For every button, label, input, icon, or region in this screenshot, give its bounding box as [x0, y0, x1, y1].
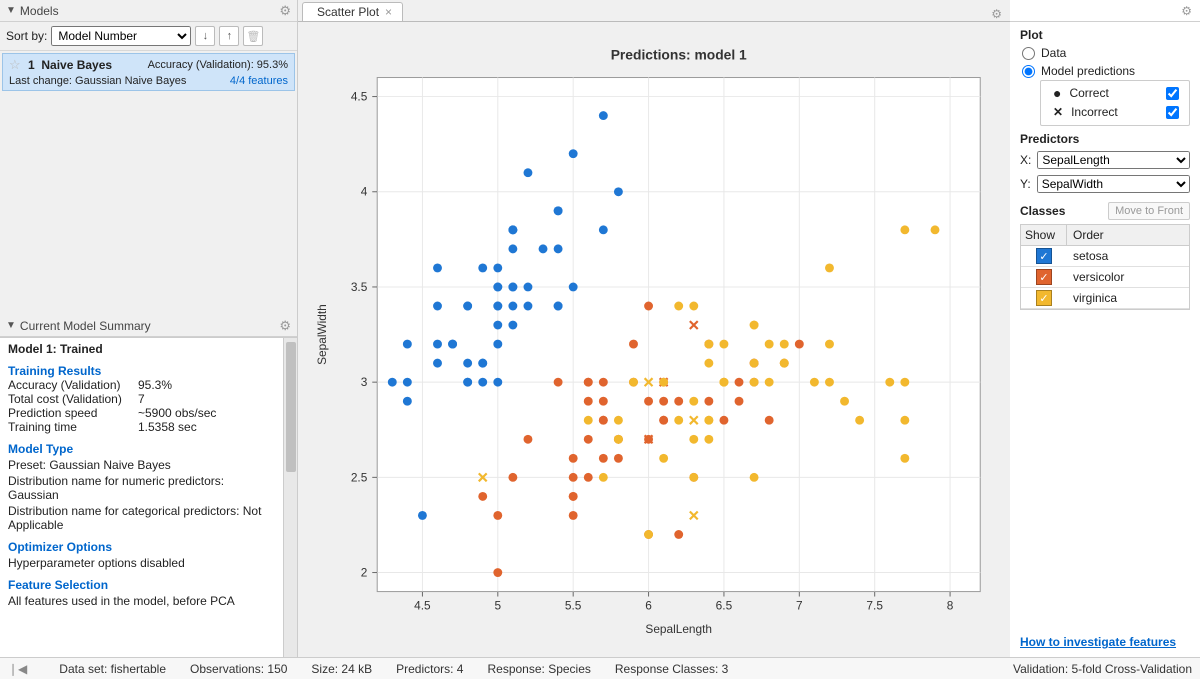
tab-scatter-plot[interactable]: Scatter Plot ×: [302, 2, 403, 21]
status-bar: ❘◀ Data set: fishertable Observations: 1…: [0, 657, 1200, 679]
sort-select[interactable]: Model Number: [51, 26, 191, 46]
model-list-item[interactable]: ☆ 1 Naive Bayes Accuracy (Validation): 9…: [2, 53, 295, 91]
class-row-virginica[interactable]: ✓ virginica: [1021, 288, 1189, 309]
plot-option-predictions[interactable]: Model predictions: [1010, 62, 1200, 80]
class-row-setosa[interactable]: ✓ setosa: [1021, 246, 1189, 267]
training-results-header: Training Results: [8, 364, 275, 378]
dot-icon: ●: [1053, 85, 1061, 101]
checkbox-correct[interactable]: [1166, 87, 1179, 100]
investigate-features-link[interactable]: How to investigate features: [1010, 627, 1200, 657]
svg-text:4.5: 4.5: [351, 90, 368, 104]
sort-row: Sort by: Model Number ↓ ↑ 🗑: [0, 22, 297, 51]
svg-text:SepalLength: SepalLength: [645, 622, 712, 636]
predictors-section-header: Predictors: [1010, 126, 1200, 148]
status-response-classes: Response Classes: 3: [615, 662, 728, 676]
scrollbar[interactable]: [283, 338, 297, 657]
tab-strip: Scatter Plot × ⚙: [298, 0, 1010, 22]
prediction-legend: ● Correct ✕ Incorrect: [1040, 80, 1190, 126]
gear-icon[interactable]: ⚙: [991, 7, 1002, 21]
scatter-plot-area[interactable]: 4.5 5 5.5 6 6.5 7 7.5 8 2 2.5 3 3.5 4 4.5 Predictions:…: [298, 22, 1010, 657]
svg-text:5.5: 5.5: [565, 598, 582, 612]
y-predictor-select[interactable]: SepalWidth: [1037, 175, 1190, 193]
class-row-versicolor[interactable]: ✓ versicolor: [1021, 267, 1189, 288]
model-last-change: Last change: Gaussian Naive Bayes: [9, 75, 186, 87]
gear-icon[interactable]: ⚙: [1181, 4, 1192, 18]
model-type-header: Model Type: [8, 442, 275, 456]
sort-label: Sort by:: [6, 29, 47, 43]
gear-icon[interactable]: ⚙: [279, 318, 291, 334]
x-icon: ✕: [1053, 105, 1063, 119]
svg-text:2: 2: [361, 566, 368, 580]
checkbox-virginica[interactable]: ✓: [1036, 290, 1052, 306]
summary-panel-header[interactable]: ▼ Current Model Summary ⚙: [0, 315, 297, 337]
svg-text:8: 8: [947, 598, 954, 612]
status-size: Size: 24 kB: [311, 662, 372, 676]
svg-text:6.5: 6.5: [716, 598, 733, 612]
svg-text:3: 3: [361, 375, 368, 389]
svg-text:7.5: 7.5: [866, 598, 883, 612]
summary-content: Model 1: Trained Training Results Accura…: [0, 338, 283, 657]
svg-text:2.5: 2.5: [351, 470, 368, 484]
svg-text:Predictions: model 1: Predictions: model 1: [611, 47, 747, 63]
status-observations: Observations: 150: [190, 662, 287, 676]
classes-section-header: Classes: [1020, 204, 1065, 218]
svg-text:7: 7: [796, 598, 803, 612]
x-label: X:: [1020, 153, 1031, 167]
star-icon[interactable]: ☆: [9, 57, 21, 72]
summary-model-title: Model 1: Trained: [8, 342, 275, 356]
sort-asc-button[interactable]: ↓: [195, 26, 215, 46]
status-predictors: Predictors: 4: [396, 662, 463, 676]
scatter-chart: 4.5 5 5.5 6 6.5 7 7.5 8 2 2.5 3 3.5 4 4.5 Predictions:…: [308, 32, 1000, 647]
checkbox-setosa[interactable]: ✓: [1036, 248, 1052, 264]
th-order: Order: [1067, 225, 1189, 245]
prev-icon[interactable]: ❘◀: [8, 662, 27, 676]
checkbox-versicolor[interactable]: ✓: [1036, 269, 1052, 285]
radio-data[interactable]: [1022, 47, 1035, 60]
gear-icon[interactable]: ⚙: [279, 3, 291, 19]
feature-selection-header: Feature Selection: [8, 578, 275, 592]
status-response: Response: Species: [487, 662, 590, 676]
status-validation: Validation: 5-fold Cross-Validation: [1013, 662, 1192, 676]
delete-button[interactable]: 🗑: [243, 26, 263, 46]
y-label: Y:: [1020, 177, 1031, 191]
chevron-down-icon: ▼: [6, 320, 16, 331]
move-to-front-button[interactable]: Move to Front: [1108, 202, 1190, 220]
svg-text:3.5: 3.5: [351, 280, 368, 294]
models-title: Models: [20, 4, 279, 18]
model-features[interactable]: 4/4 features: [230, 75, 288, 87]
plot-option-data[interactable]: Data: [1010, 44, 1200, 62]
summary-title: Current Model Summary: [20, 319, 279, 333]
svg-text:4: 4: [361, 185, 368, 199]
th-show: Show: [1021, 225, 1067, 245]
close-icon[interactable]: ×: [385, 5, 392, 19]
svg-text:4.5: 4.5: [414, 598, 431, 612]
radio-predictions[interactable]: [1022, 65, 1035, 78]
optimizer-header: Optimizer Options: [8, 540, 275, 554]
status-dataset: Data set: fishertable: [59, 662, 166, 676]
svg-text:6: 6: [645, 598, 652, 612]
svg-text:SepalWidth: SepalWidth: [315, 304, 329, 365]
checkbox-incorrect[interactable]: [1166, 106, 1179, 119]
x-predictor-select[interactable]: SepalLength: [1037, 151, 1190, 169]
plot-section-header: Plot: [1010, 22, 1200, 44]
classes-table: Show Order ✓ setosa ✓ versicolor ✓ virgi…: [1020, 224, 1190, 310]
svg-text:5: 5: [495, 598, 502, 612]
model-accuracy: Accuracy (Validation): 95.3%: [148, 59, 288, 71]
chevron-down-icon: ▼: [6, 5, 16, 16]
models-panel-header[interactable]: ▼ Models ⚙: [0, 0, 297, 22]
sort-desc-button[interactable]: ↑: [219, 26, 239, 46]
